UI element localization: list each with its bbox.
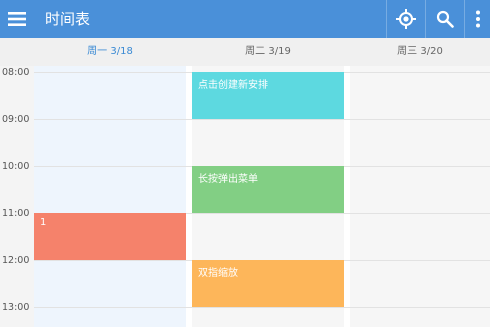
day-label-wednesday[interactable]: 周三 3/20	[350, 38, 490, 66]
event-pinch-hint[interactable]: 双指缩放	[192, 260, 344, 307]
locate-button[interactable]	[386, 0, 425, 38]
day-header: 周一 3/18 周二 3/19 周三 3/20	[0, 38, 490, 66]
page-title: 时间表	[45, 10, 91, 28]
time-label: 09:00	[2, 114, 30, 125]
time-label: 10:00	[2, 161, 30, 172]
time-label: 12:00	[2, 255, 30, 266]
hour-line	[34, 307, 490, 308]
schedule-grid[interactable]: 08:00 09:00 10:00 11:00 12:00 13:00 点击创建…	[0, 66, 490, 327]
menu-icon	[8, 12, 26, 26]
event-title: 点击创建新安排	[198, 80, 268, 91]
day-label-monday[interactable]: 周一 3/18	[34, 38, 186, 66]
app-bar: 时间表	[0, 0, 490, 38]
event-1[interactable]: 1	[34, 213, 186, 260]
locate-icon	[396, 9, 416, 29]
time-label: 08:00	[2, 67, 30, 78]
hour-line	[34, 119, 490, 120]
event-longpress-hint[interactable]: 长按弹出菜单	[192, 166, 344, 213]
time-column: 08:00 09:00 10:00 11:00 12:00 13:00	[0, 66, 34, 327]
more-button[interactable]	[464, 0, 490, 38]
event-title: 双指缩放	[198, 268, 238, 279]
event-title: 1	[40, 217, 47, 228]
more-icon	[476, 10, 480, 28]
event-create-hint[interactable]: 点击创建新安排	[192, 72, 344, 119]
search-button[interactable]	[425, 0, 464, 38]
menu-button[interactable]	[0, 0, 34, 38]
event-title: 长按弹出菜单	[198, 174, 258, 185]
day-column-wednesday[interactable]	[350, 66, 490, 327]
search-icon	[436, 10, 454, 28]
day-column-monday[interactable]	[34, 66, 186, 327]
day-label-tuesday[interactable]: 周二 3/19	[192, 38, 344, 66]
time-label: 11:00	[2, 208, 30, 219]
time-label: 13:00	[2, 302, 30, 313]
